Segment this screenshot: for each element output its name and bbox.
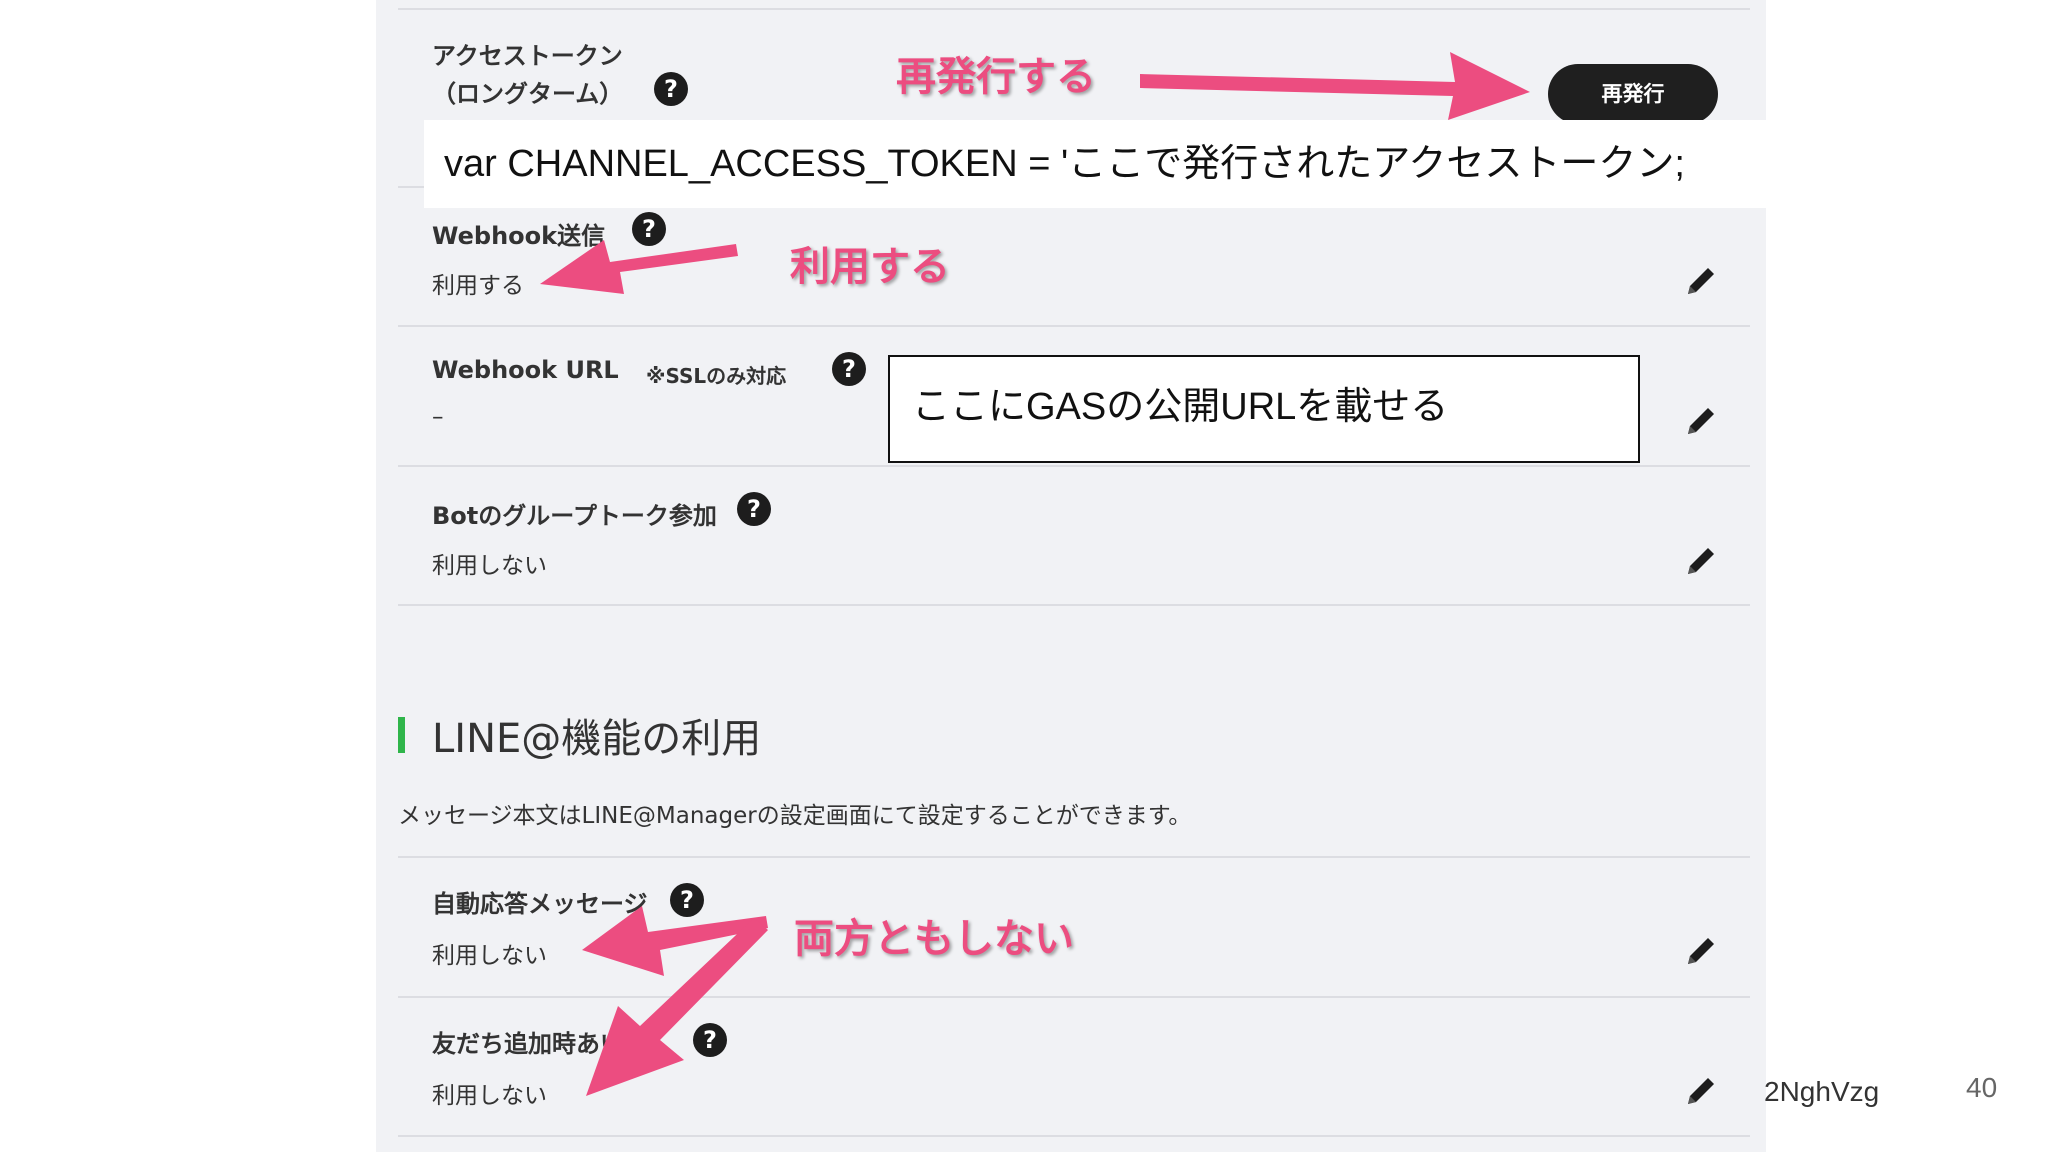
arrow-to-reissue (1140, 52, 1530, 120)
annotation-arrows (540, 52, 1530, 1096)
arrow-to-use (540, 240, 738, 294)
page-number: 40 (1966, 1072, 1998, 1103)
footer-url-fragment: 2NghVzg (1764, 1076, 1880, 1107)
